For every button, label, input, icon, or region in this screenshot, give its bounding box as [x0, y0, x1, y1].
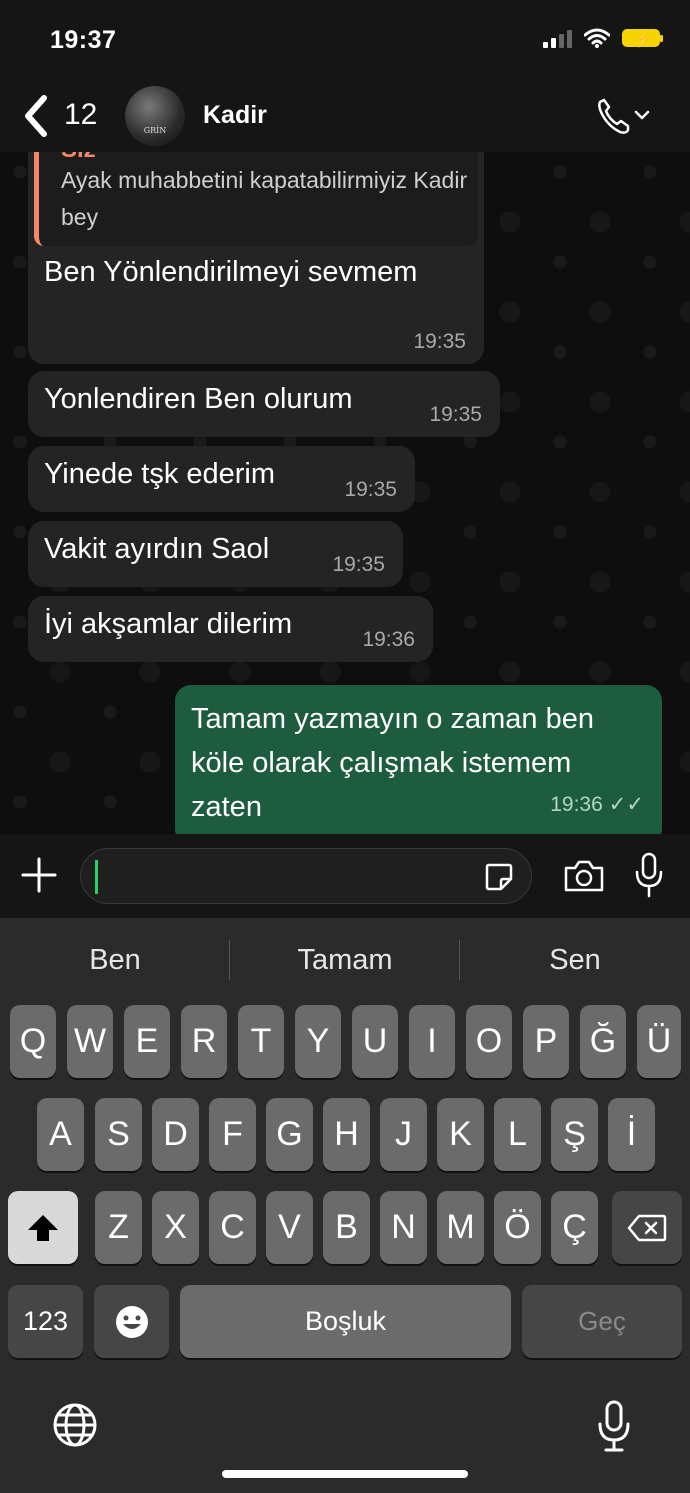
key[interactable]: Q [10, 1005, 56, 1078]
message-time: 19:35 [429, 403, 482, 426]
message-outgoing[interactable]: Tamam yazmayın o zaman ben köle olarak ç… [175, 685, 662, 834]
message-text: İyi akşamlar dilerim [44, 608, 293, 640]
message-input[interactable] [80, 848, 532, 904]
home-indicator [222, 1470, 468, 1478]
message-time: 19:35 [344, 478, 397, 501]
emoji-icon [115, 1305, 148, 1338]
key[interactable]: F [209, 1098, 256, 1171]
key[interactable]: Ş [551, 1098, 598, 1171]
message-incoming[interactable]: Siz Ayak muhabbetini kapatabilirmiyiz Ka… [28, 152, 484, 364]
key[interactable]: Y [295, 1005, 341, 1078]
message-incoming[interactable]: İyi akşamlar dilerim 19:36 [28, 596, 433, 662]
key[interactable]: E [124, 1005, 170, 1078]
emoji-key[interactable] [94, 1285, 169, 1358]
key[interactable]: P [523, 1005, 569, 1078]
key[interactable]: A [37, 1098, 84, 1171]
key[interactable]: M [437, 1191, 484, 1264]
message-text: Ben Yönlendirilmeyi sevmem [44, 256, 418, 288]
shift-key[interactable] [8, 1191, 78, 1264]
key[interactable]: I [409, 1005, 455, 1078]
delete-key[interactable] [612, 1191, 682, 1264]
signal-icon [543, 28, 572, 48]
numbers-key[interactable]: 123 [8, 1285, 83, 1358]
message-line: zaten [191, 791, 262, 823]
suggestion[interactable]: Sen [460, 918, 690, 1002]
quote-text: Ayak muhabbetini kapatabilirmiyiz Kadir … [61, 167, 468, 230]
message-text: Yonlendiren Ben olurum [44, 383, 353, 415]
avatar[interactable]: GRİN [125, 86, 185, 146]
suggestion[interactable]: Ben [0, 918, 230, 1002]
message-incoming[interactable]: Vakit ayırdın Saol 19:35 [28, 521, 403, 587]
key[interactable]: C [209, 1191, 256, 1264]
key[interactable]: G [266, 1098, 313, 1171]
key[interactable]: Ç [551, 1191, 598, 1264]
chevron-left-icon[interactable] [20, 94, 60, 138]
key[interactable]: L [494, 1098, 541, 1171]
chat-area[interactable]: Siz Ayak muhabbetini kapatabilirmiyiz Ka… [0, 152, 690, 834]
top-bar: 19:37 ⚡ 12 GRİN Kadir [0, 0, 690, 152]
key[interactable]: D [152, 1098, 199, 1171]
message-meta: 19:36 ✓✓ [550, 792, 644, 817]
message-time: 19:36 [362, 628, 415, 651]
key[interactable]: O [466, 1005, 512, 1078]
unread-count[interactable]: 12 [64, 98, 97, 132]
plus-icon[interactable] [20, 856, 58, 894]
message-time: 19:35 [413, 330, 466, 353]
key[interactable]: B [323, 1191, 370, 1264]
key[interactable]: Z [95, 1191, 142, 1264]
key[interactable]: T [238, 1005, 284, 1078]
space-key[interactable]: Boşluk [180, 1285, 511, 1358]
contact-name[interactable]: Kadir [203, 101, 267, 130]
key[interactable]: N [380, 1191, 427, 1264]
text-caret [95, 860, 98, 894]
key[interactable]: R [181, 1005, 227, 1078]
key[interactable]: Ü [637, 1005, 681, 1078]
battery-charging-icon: ⚡ [622, 29, 663, 48]
key[interactable]: S [95, 1098, 142, 1171]
read-ticks-icon: ✓✓ [608, 793, 644, 816]
avatar-text: GRİN [143, 126, 167, 135]
camera-icon[interactable] [562, 858, 606, 894]
key[interactable]: K [437, 1098, 484, 1171]
status-time: 19:37 [50, 26, 117, 54]
key[interactable]: V [266, 1191, 313, 1264]
message-time: 19:36 [550, 793, 603, 816]
keyboard: Ben Tamam Sen Q W E R T Y U I O P Ğ Ü A … [0, 918, 690, 1493]
key[interactable]: İ [608, 1098, 655, 1171]
wifi-icon [584, 28, 610, 48]
status-icons: ⚡ [543, 28, 663, 48]
globe-icon[interactable] [52, 1402, 98, 1448]
microphone-icon[interactable] [634, 852, 664, 898]
go-key[interactable]: Geç [522, 1285, 682, 1358]
message-incoming[interactable]: Yonlendiren Ben olurum 19:35 [28, 371, 500, 437]
quoted-message[interactable]: Siz Ayak muhabbetini kapatabilirmiyiz Ka… [34, 152, 478, 246]
suggestion[interactable]: Tamam [230, 918, 460, 1002]
key[interactable]: Ö [494, 1191, 541, 1264]
composer-bar [0, 834, 690, 918]
message-line: Tamam yazmayın o zaman ben [191, 703, 594, 735]
message-time: 19:35 [332, 553, 385, 576]
backspace-icon [627, 1214, 667, 1241]
key[interactable]: X [152, 1191, 199, 1264]
key[interactable]: J [380, 1098, 427, 1171]
message-text: Tamam yazmayın o zaman ben köle olarak ç… [191, 697, 594, 829]
shift-icon [28, 1214, 58, 1241]
key[interactable]: H [323, 1098, 370, 1171]
key[interactable]: W [67, 1005, 113, 1078]
message-text: Vakit ayırdın Saol [44, 533, 270, 565]
sticker-icon[interactable] [483, 861, 515, 893]
message-text: Yinede tşk ederim [44, 458, 276, 490]
message-line: köle olarak çalışmak istemem [191, 747, 572, 779]
phone-icon[interactable] [594, 96, 654, 136]
key[interactable]: U [352, 1005, 398, 1078]
microphone-icon[interactable] [596, 1400, 632, 1452]
key[interactable]: Ğ [580, 1005, 626, 1078]
message-incoming[interactable]: Yinede tşk ederim 19:35 [28, 446, 415, 512]
